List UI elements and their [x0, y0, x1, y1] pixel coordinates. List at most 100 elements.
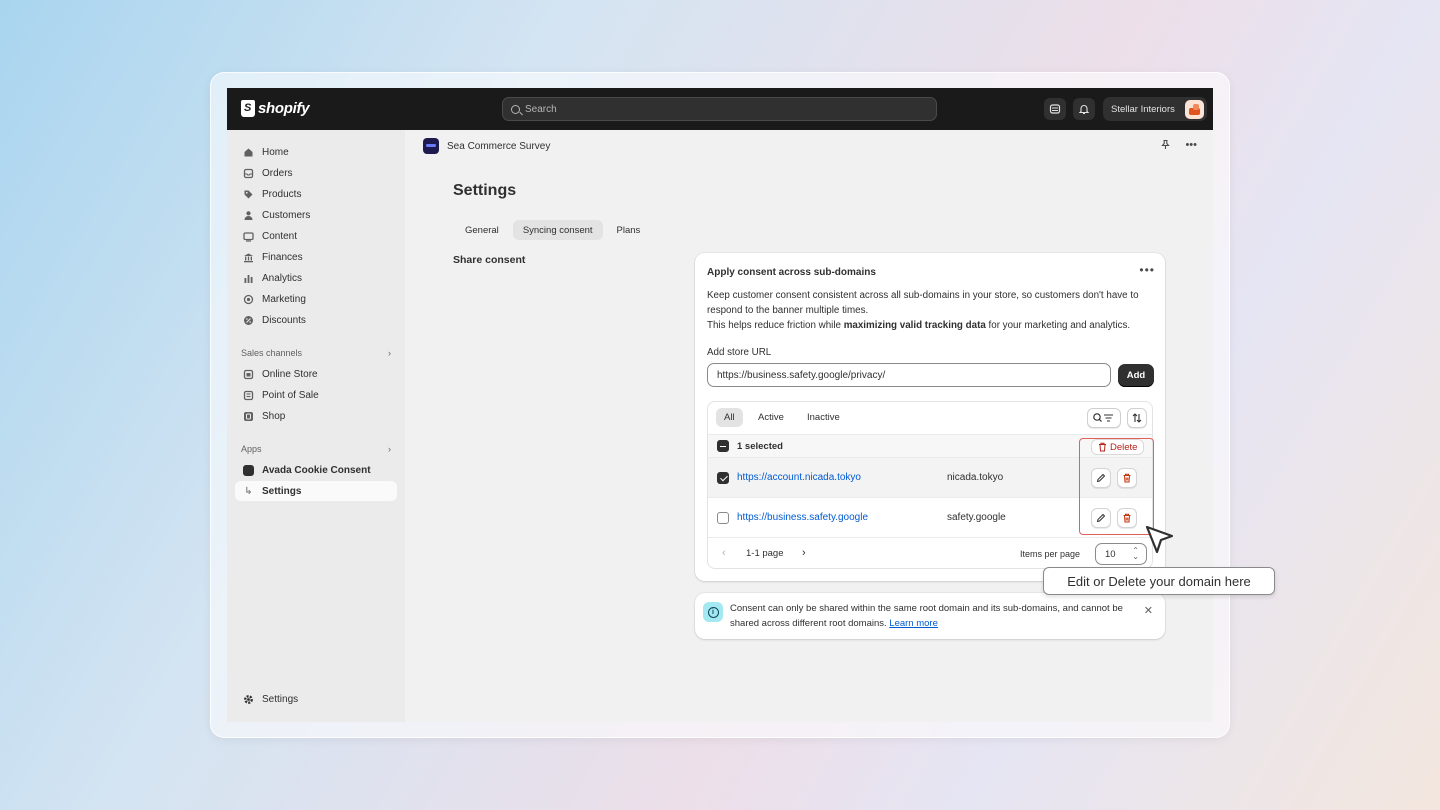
pointer-cursor-icon [1145, 525, 1174, 554]
sales-channels-header[interactable]: Sales channels › [241, 348, 391, 358]
tab-general[interactable]: General [455, 220, 509, 240]
notifications-button[interactable] [1073, 98, 1095, 120]
row-url-link[interactable]: https://account.nicada.tokyo [737, 472, 861, 483]
sidebar-item-customers[interactable]: Customers [235, 205, 397, 225]
app-header-actions: ••• [1160, 139, 1197, 153]
bank-icon [243, 252, 254, 263]
row-checkbox[interactable] [717, 512, 729, 524]
sidekick-icon [1049, 104, 1061, 114]
learn-more-link[interactable]: Learn more [889, 618, 938, 629]
search-icon [511, 104, 520, 114]
sidebar-item-app-settings[interactable]: ↳ Settings [235, 481, 397, 501]
app-header: Sea Commerce Survey [423, 138, 550, 154]
sidebar-item-label: Customers [262, 209, 311, 221]
row-url-link[interactable]: https://business.safety.google [737, 512, 868, 523]
sidebar-item-orders[interactable]: Orders [235, 163, 397, 183]
search-placeholder: Search [525, 103, 557, 115]
sidekick-button[interactable] [1044, 98, 1066, 120]
search-input[interactable]: Search [502, 97, 937, 121]
sidebar-item-shop[interactable]: Shop [235, 406, 397, 426]
sidebar-item-label: Point of Sale [262, 389, 319, 401]
annotation-tooltip: Edit or Delete your domain here [1043, 567, 1275, 595]
select-all-checkbox[interactable] [717, 440, 729, 452]
person-icon [243, 210, 254, 221]
sidebar-item-analytics[interactable]: Analytics [235, 268, 397, 288]
store-url-value: https://business.safety.google/privacy/ [717, 369, 886, 381]
store-url-input[interactable]: https://business.safety.google/privacy/ [707, 363, 1111, 387]
card-description: Keep customer consent consistent across … [707, 288, 1157, 333]
sidebar-item-home[interactable]: Home [235, 142, 397, 162]
items-per-page-label: Items per page [1020, 549, 1081, 559]
app-title: Sea Commerce Survey [447, 140, 551, 152]
info-icon: i [703, 602, 723, 622]
add-url-button[interactable]: Add [1118, 364, 1154, 387]
sidebar-item-marketing[interactable]: Marketing [235, 289, 397, 309]
more-options-icon[interactable]: ••• [1185, 139, 1197, 153]
description-text: This helps reduce friction while [707, 320, 844, 331]
sidebar-item-finances[interactable]: Finances [235, 247, 397, 267]
sidebar-item-avada-cookie-consent[interactable]: Avada Cookie Consent [235, 460, 397, 480]
sidebar-item-label: Discounts [262, 314, 306, 326]
main-content: Sea Commerce Survey ••• Settings General… [405, 130, 1213, 722]
store-avatar [1185, 99, 1204, 119]
page-title: Settings [453, 182, 517, 199]
pagination: ‹ 1-1 page › Items per page 10 ⌃ ⌄ [708, 538, 1152, 568]
content-icon [243, 231, 254, 242]
store-icon [243, 369, 254, 380]
page-indicator: 1-1 page [746, 548, 784, 559]
items-per-page-select[interactable]: 10 ⌃ ⌄ [1095, 543, 1147, 565]
shopify-logo[interactable]: shopify [241, 100, 310, 117]
sort-button[interactable] [1127, 408, 1147, 428]
actions-highlight-box [1079, 438, 1154, 535]
filter-tab-inactive[interactable]: Inactive [799, 408, 848, 427]
section-label: Share consent [453, 254, 526, 266]
search-filter-button[interactable] [1087, 408, 1121, 428]
sidebar-item-label: Marketing [262, 293, 306, 305]
bell-icon [1078, 105, 1090, 115]
sidebar-item-content[interactable]: Content [235, 226, 397, 246]
row-checkbox[interactable] [717, 472, 729, 484]
sidebar-item-label: Shop [262, 410, 286, 422]
sidebar-item-label: Online Store [262, 368, 318, 380]
admin-screen: shopify Search Stellar Interiors Home Or… [227, 88, 1213, 722]
chevron-right-icon[interactable]: › [802, 547, 806, 559]
store-name: Stellar Interiors [1111, 103, 1175, 115]
pos-icon [243, 390, 254, 401]
chevron-left-icon[interactable]: ‹ [722, 547, 726, 559]
sort-icon [1132, 413, 1142, 423]
sidebar-item-settings[interactable]: Settings [235, 689, 397, 709]
info-banner: i Consent can only be shared within the … [695, 593, 1165, 639]
sidebar-item-label: Products [262, 188, 302, 200]
sidebar: Home Orders Products Customers Content F… [227, 130, 405, 722]
description-text: for your marketing and analytics. [985, 320, 1131, 331]
filter-tab-all[interactable]: All [716, 408, 743, 427]
apps-label: Apps [241, 444, 262, 454]
card-title: Apply consent across sub-domains [707, 267, 876, 278]
close-icon[interactable]: ✕ [1144, 604, 1153, 617]
avada-app-icon [243, 464, 254, 476]
sidebar-item-label: Settings [262, 485, 302, 497]
filter-row: All Active Inactive [708, 402, 1152, 434]
banner-text: Consent can only be shared within the sa… [730, 601, 1130, 631]
store-menu-button[interactable]: Stellar Interiors [1103, 97, 1207, 121]
sidebar-item-label: Avada Cookie Consent [262, 464, 371, 476]
search-filter-icon [1093, 413, 1113, 422]
sidebar-item-products[interactable]: Products [235, 184, 397, 204]
home-icon [243, 147, 254, 158]
gear-icon [243, 694, 254, 705]
tab-plans[interactable]: Plans [607, 220, 651, 240]
shopify-bag-icon [241, 100, 255, 117]
discount-icon [243, 315, 254, 326]
filter-tab-active[interactable]: Active [750, 408, 792, 427]
sidebar-item-discounts[interactable]: Discounts [235, 310, 397, 330]
app-logo-icon [423, 138, 439, 154]
sidebar-item-online-store[interactable]: Online Store [235, 364, 397, 384]
row-root-domain: safety.google [947, 512, 1006, 523]
apps-header[interactable]: Apps › [241, 444, 391, 454]
pin-icon[interactable] [1160, 139, 1171, 153]
card-more-icon[interactable]: ••• [1139, 263, 1155, 277]
chevron-right-icon: › [388, 444, 391, 454]
tab-syncing-consent[interactable]: Syncing consent [512, 220, 603, 240]
sidebar-item-label: Analytics [262, 272, 303, 284]
sidebar-item-point-of-sale[interactable]: Point of Sale [235, 385, 397, 405]
